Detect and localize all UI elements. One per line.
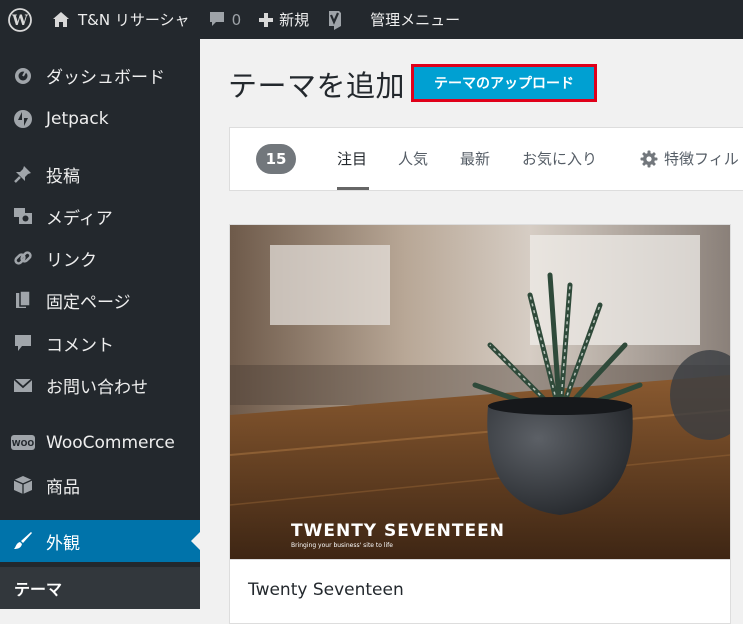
woo-icon: WOO <box>0 433 46 453</box>
sidebar-item-woocommerce[interactable]: WOO WooCommerce <box>0 422 200 464</box>
tab-popular[interactable]: 人気 <box>398 148 428 169</box>
sidebar-item-links[interactable]: リンク <box>0 237 200 279</box>
comment-bubble-icon <box>209 12 224 26</box>
active-tab-indicator <box>337 187 369 190</box>
pin-icon <box>0 164 46 184</box>
sidebar-item-dashboard[interactable]: ダッシュボード <box>0 54 200 96</box>
theme-screenshot[interactable]: TWENTY SEVENTEEN Bringing your business'… <box>230 225 730 559</box>
sidebar-item-jetpack[interactable]: Jetpack <box>0 98 200 140</box>
sidebar-item-comments[interactable]: コメント <box>0 322 200 364</box>
sidebar-item-appearance[interactable]: 外観 <box>0 520 200 562</box>
theme-card[interactable]: TWENTY SEVENTEEN Bringing your business'… <box>229 224 731 624</box>
comments-link[interactable]: 0 <box>199 0 251 39</box>
tab-latest[interactable]: 最新 <box>460 148 490 169</box>
new-label: 新規 <box>279 11 310 29</box>
sidebar-item-pages[interactable]: 固定ページ <box>0 279 200 321</box>
theme-preview-image <box>230 225 730 559</box>
yoast-icon <box>329 10 342 30</box>
wordpress-icon: W <box>8 7 32 32</box>
theme-screenshot-subtitle: Bringing your business' site to life <box>291 542 393 549</box>
box-icon <box>0 475 46 495</box>
site-name-link[interactable]: T&N リサーシャ <box>40 0 199 39</box>
sidebar-item-posts[interactable]: 投稿 <box>0 153 200 195</box>
theme-name: Twenty Seventeen <box>248 580 404 600</box>
sidebar-item-products[interactable]: 商品 <box>0 464 200 506</box>
sidebar-subitem-themes[interactable]: テーマ <box>0 567 200 609</box>
admin-sidebar: ダッシュボード Jetpack 投稿 メディア リンク 固定ページ コメント お… <box>0 39 200 609</box>
admin-bar: W T&N リサーシャ 0 新規 管理メニュー <box>0 0 743 39</box>
admin-menu-label: 管理メニュー <box>370 11 461 29</box>
jetpack-icon <box>0 109 46 129</box>
comment-icon <box>0 333 46 353</box>
feature-filter-label: 特徴フィル <box>664 150 739 168</box>
link-icon <box>0 248 46 268</box>
svg-text:WOO: WOO <box>12 439 35 448</box>
theme-screenshot-title: TWENTY SEVENTEEN <box>291 521 505 541</box>
tab-featured[interactable]: 注目 <box>337 148 367 169</box>
admin-menu-link[interactable]: 管理メニュー <box>352 0 469 39</box>
sidebar-item-contact[interactable]: お問い合わせ <box>0 364 200 406</box>
feature-filter-button[interactable]: 特徴フィル <box>640 148 739 169</box>
page-title: テーマを追加 <box>228 69 406 103</box>
comments-count: 0 <box>231 10 242 29</box>
svg-text:W: W <box>11 13 28 29</box>
brush-icon <box>0 531 46 551</box>
theme-filter-bar: 15 注目 人気 最新 お気に入り 特徴フィル <box>229 127 743 191</box>
page-icon <box>0 290 46 310</box>
yoast-seo-button[interactable] <box>318 0 352 39</box>
upload-theme-button[interactable]: テーマのアップロード <box>411 64 597 102</box>
theme-count-badge: 15 <box>256 144 296 174</box>
wordpress-logo-button[interactable]: W <box>0 0 40 39</box>
sidebar-item-media[interactable]: メディア <box>0 195 200 237</box>
dashboard-icon <box>0 65 46 85</box>
media-icon <box>0 206 46 226</box>
gear-icon <box>640 150 658 167</box>
home-icon <box>53 12 69 27</box>
site-name: T&N リサーシャ <box>78 11 190 29</box>
tab-favorites[interactable]: お気に入り <box>522 148 597 169</box>
mail-icon <box>0 375 46 395</box>
card-divider <box>230 559 730 560</box>
new-content-button[interactable]: 新規 <box>250 0 318 39</box>
upload-theme-label: テーマのアップロード <box>414 67 594 99</box>
plus-icon <box>259 12 274 27</box>
